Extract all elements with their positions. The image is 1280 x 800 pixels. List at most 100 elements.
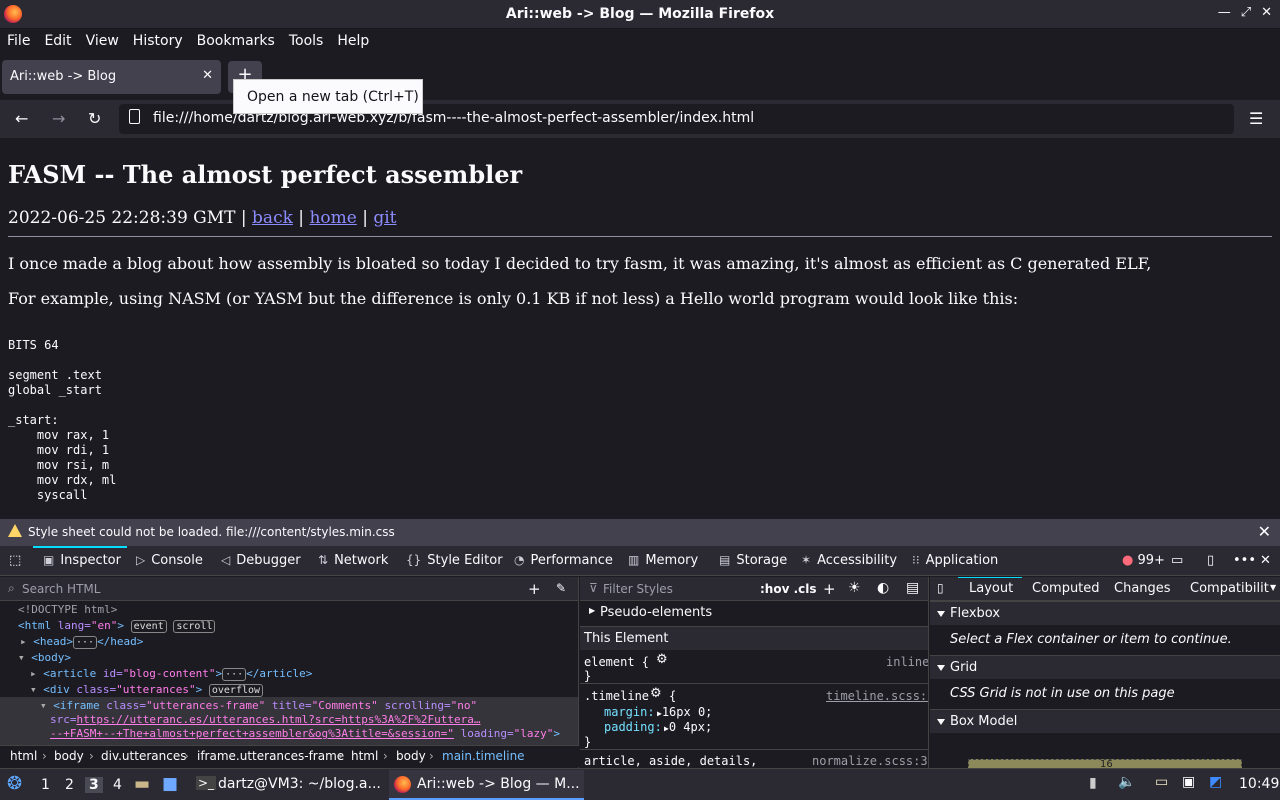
desktop-icon[interactable]: ■ [162, 774, 178, 794]
normalize-source-link[interactable]: normalize.scss:32 [812, 754, 928, 768]
tab-compatibility[interactable]: Compatibilit [1190, 581, 1269, 596]
next-selector[interactable]: article, aside, details, [584, 754, 757, 768]
taskbar-terminal[interactable]: >_ dartz@VM3: ~/blog.a... [190, 770, 385, 800]
tab-network[interactable]: ⇅ Network [318, 553, 388, 568]
doctype-node[interactable]: <!DOCTYPE html> [18, 603, 117, 616]
element-rule[interactable]: element { [584, 655, 649, 669]
dock-icon[interactable]: ▯ [1207, 553, 1214, 568]
breadcrumb-item[interactable]: iframe.utterances-frame [197, 749, 344, 763]
event-badge[interactable]: event [130, 620, 167, 633]
workspace-2[interactable]: 2 [65, 777, 74, 793]
page-info-icon[interactable] [129, 109, 140, 124]
overflow-badge[interactable]: overflow [208, 684, 264, 697]
box-model-section-header[interactable]: Box Model [930, 709, 1280, 733]
box-model-margin[interactable]: 16 [968, 759, 1242, 768]
tab-computed[interactable]: Computed [1032, 581, 1100, 596]
git-link[interactable]: git [373, 208, 396, 228]
error-count-badge[interactable]: ● 99+ [1122, 553, 1165, 568]
breadcrumb-item[interactable]: html [10, 749, 37, 763]
menu-tools[interactable]: Tools [289, 29, 324, 56]
div-node[interactable]: ▾ <div class="utterances"> overflow [30, 683, 264, 697]
pick-element-icon[interactable]: ⬚ [9, 553, 21, 568]
menu-edit[interactable]: Edit [44, 29, 71, 56]
reload-icon[interactable]: ↻ [88, 109, 101, 128]
back-arrow-icon[interactable]: ← [15, 109, 28, 128]
breadcrumb-item[interactable]: div.utterances [101, 749, 186, 763]
workspace-3[interactable]: 3 [85, 777, 103, 793]
breadcrumb-item-active[interactable]: main.timeline [442, 749, 525, 763]
dark-mode-icon[interactable]: ◐ [877, 580, 889, 596]
menu-view[interactable]: View [86, 29, 119, 56]
workspace-1[interactable]: 1 [41, 777, 50, 793]
hov-cls-toggle[interactable]: :hov .cls [760, 582, 817, 596]
inline-source[interactable]: inline [886, 655, 928, 669]
minimize-icon[interactable]: — [1218, 5, 1231, 20]
tab-layout[interactable]: Layout [969, 581, 1013, 596]
iframe-node[interactable]: ▾ <iframe class="utterances-frame" title… [40, 699, 477, 712]
print-icon[interactable]: ▤ [906, 580, 919, 596]
head-node[interactable]: ▸ <head> ··· </head> [20, 635, 143, 649]
html-node[interactable]: <html lang="en"> event scroll [18, 619, 216, 633]
toggle-sidebar-icon[interactable]: ▯ [937, 581, 944, 595]
volume-icon[interactable]: 🔈 [1118, 774, 1135, 790]
close-devtools-icon[interactable]: ✕ [1260, 553, 1271, 568]
clipboard-icon[interactable]: ▭ [1155, 774, 1168, 790]
start-menu-icon[interactable]: ❂ [7, 773, 22, 794]
scroll-badge[interactable]: scroll [173, 620, 216, 633]
menu-file[interactable]: File [7, 29, 30, 56]
clock[interactable]: 10:49 [1239, 776, 1279, 792]
tab-console[interactable]: ▷ Console [136, 553, 203, 568]
tab-close-icon[interactable]: ✕ [202, 68, 213, 83]
maximize-icon[interactable]: ⤢ [1241, 5, 1251, 20]
eyedropper-icon[interactable]: ✎ [556, 581, 566, 595]
responsive-design-icon[interactable]: ▭ [1171, 553, 1183, 568]
display-icon[interactable]: ▣ [1182, 774, 1195, 790]
menu-history[interactable]: History [133, 29, 183, 56]
gear-icon[interactable]: ⚙ [650, 686, 662, 701]
padding-property[interactable]: padding: [604, 720, 662, 734]
workspace-4[interactable]: 4 [113, 777, 122, 793]
add-node-icon[interactable]: + [528, 580, 541, 598]
grid-section-header[interactable]: Grid [930, 655, 1280, 679]
more-options-icon[interactable]: ••• [1233, 553, 1256, 568]
margin-top-value[interactable]: 16 [1100, 759, 1113, 768]
tab-application[interactable]: ⁝⁝ Application [912, 553, 998, 568]
app-menu-icon[interactable]: ☰ [1249, 109, 1263, 128]
light-mode-icon[interactable]: ☀ [848, 580, 861, 596]
updates-icon[interactable]: ◩ [1209, 774, 1222, 790]
menu-bookmarks[interactable]: Bookmarks [197, 29, 275, 56]
margin-value[interactable]: ▶16px 0; [657, 705, 712, 719]
chevron-down-icon[interactable]: ▼ [1270, 583, 1276, 592]
forward-arrow-icon[interactable]: → [52, 109, 65, 128]
home-link[interactable]: home [309, 208, 356, 228]
add-rule-icon[interactable]: + [823, 580, 836, 598]
gear-icon[interactable]: ⚙ [656, 652, 668, 667]
menu-help[interactable]: Help [337, 29, 369, 56]
html-search-input[interactable]: Search HTML [22, 582, 100, 596]
tab-accessibility[interactable]: ✶ Accessibility [801, 553, 897, 568]
close-icon[interactable]: ✕ [1258, 522, 1271, 541]
breadcrumb-item[interactable]: body [54, 749, 84, 763]
article-node[interactable]: ▸ <article id="blog-content"> ··· </articl… [30, 667, 312, 681]
body-node[interactable]: ▾ <body> [18, 651, 71, 664]
tab-debugger[interactable]: ◁ Debugger [221, 553, 301, 568]
close-icon[interactable]: ✕ [1261, 5, 1272, 20]
tab-memory[interactable]: ▥ Memory [628, 553, 698, 568]
breadcrumb-item[interactable]: body [396, 749, 426, 763]
tab-style-editor[interactable]: {} Style Editor [406, 553, 503, 568]
margin-property[interactable]: margin: [604, 705, 655, 719]
padding-value[interactable]: ▶0 4px; [664, 720, 712, 734]
file-manager-icon[interactable]: ▬ [134, 774, 150, 794]
tab-inspector[interactable]: ▣ Inspector [43, 553, 121, 568]
tab-storage[interactable]: ▤ Storage [719, 553, 787, 568]
breadcrumb-item[interactable]: html [351, 749, 378, 763]
back-link[interactable]: back [252, 208, 293, 228]
tab-performance[interactable]: ◔ Performance [514, 553, 613, 568]
browser-tab[interactable]: Ari::web -> Blog ✕ [2, 60, 221, 94]
iframe-src-link[interactable]: https://utteranc.es/utterances.html?src=… [77, 713, 481, 726]
timeline-selector[interactable]: .timeline [584, 689, 649, 703]
pseudo-elements-toggle[interactable]: Pseudo-elements [600, 605, 712, 620]
taskbar-firefox[interactable]: Ari::web -> Blog — M... [389, 770, 584, 800]
tab-changes[interactable]: Changes [1114, 581, 1171, 596]
timeline-source-link[interactable]: timeline.scss:1 [826, 689, 928, 703]
